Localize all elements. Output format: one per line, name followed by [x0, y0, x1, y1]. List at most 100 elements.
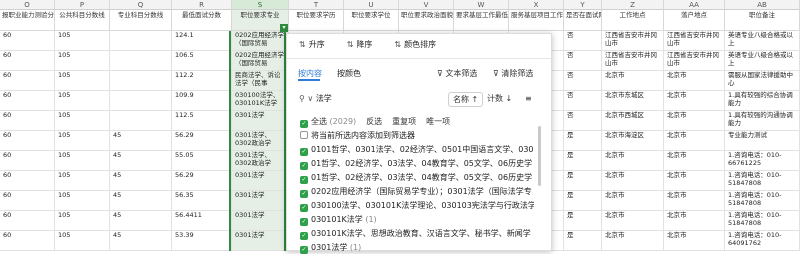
count-sort-button[interactable]: 计数 ↓: [487, 92, 512, 106]
clear-filter-button[interactable]: ⊽ 清除筛选: [493, 68, 533, 79]
header-cell[interactable]: 职位要求学历: [289, 10, 344, 31]
select-all-checkbox[interactable]: ✓ 全选 (2029): [300, 116, 356, 128]
table-cell[interactable]: 否: [564, 31, 602, 51]
header-cell[interactable]: 职位要求政治面貌: [399, 10, 454, 31]
filter-item[interactable]: ✓ 030101K法学 (1): [300, 214, 534, 226]
table-cell[interactable]: 是: [564, 151, 602, 171]
table-cell[interactable]: 56.29: [172, 171, 232, 191]
table-cell[interactable]: 60: [0, 171, 55, 191]
table-cell[interactable]: 105: [55, 31, 110, 51]
table-cell[interactable]: 56.4411: [172, 211, 232, 231]
tab-by-content[interactable]: 按内容: [298, 68, 322, 79]
column-letter[interactable]: AA: [664, 0, 725, 10]
table-cell[interactable]: 1.具有较强的沟通协调能力: [725, 111, 800, 131]
table-cell[interactable]: 0301法学: [232, 171, 289, 191]
filter-item[interactable]: ✓ 0101哲学、0301法学、02经济学、0501中国语言文学、0302: [300, 144, 534, 156]
table-cell[interactable]: 是: [564, 131, 602, 151]
table-cell[interactable]: 0301法学、0302政治学: [232, 131, 289, 151]
table-cell[interactable]: 1.咨询电话：010-66761225: [725, 151, 800, 171]
table-cell[interactable]: 北京市: [664, 151, 725, 171]
table-cell[interactable]: 55.05: [172, 151, 232, 171]
table-cell[interactable]: 60: [0, 71, 55, 91]
table-cell[interactable]: 106.5: [172, 51, 232, 71]
table-cell[interactable]: 45: [110, 131, 172, 151]
table-cell[interactable]: 北京市: [664, 171, 725, 191]
table-cell[interactable]: 北京市: [602, 211, 664, 231]
table-cell[interactable]: 45: [110, 151, 172, 171]
table-cell[interactable]: 112.2: [172, 71, 232, 91]
table-cell[interactable]: 60: [0, 211, 55, 231]
column-letter[interactable]: P: [55, 0, 110, 10]
table-cell[interactable]: 1.咨询电话：010-51847808: [725, 211, 800, 231]
column-letter[interactable]: Y: [564, 0, 602, 10]
table-cell[interactable]: 北京市: [602, 191, 664, 211]
table-cell[interactable]: 江西省吉安市井冈山市: [664, 51, 725, 71]
table-cell[interactable]: 124.1: [172, 31, 232, 51]
header-cell[interactable]: 是否在面试阶段组织专业考试: [564, 10, 602, 31]
table-cell[interactable]: 105: [55, 71, 110, 91]
table-cell[interactable]: 112.5: [172, 111, 232, 131]
table-cell[interactable]: 105: [55, 111, 110, 131]
options-icon[interactable]: ≡: [525, 92, 532, 106]
table-cell[interactable]: 北京市: [664, 211, 725, 231]
filter-item[interactable]: ✓ 01哲学、02经济学、03法学、04教育学、05文学、06历史学: [300, 158, 534, 170]
header-cell[interactable]: 职位要求学位: [344, 10, 399, 31]
table-cell[interactable]: 江西省吉安市井冈山市: [602, 31, 664, 51]
table-cell[interactable]: 北京市: [602, 171, 664, 191]
duplicates-button[interactable]: 重复项: [392, 116, 416, 128]
table-cell[interactable]: 北京市海淀区: [602, 131, 664, 151]
scrollbar[interactable]: [538, 126, 541, 186]
column-letter[interactable]: V: [399, 0, 454, 10]
table-cell[interactable]: 105: [55, 91, 110, 111]
header-cell[interactable]: 服务基层项目工作经历: [509, 10, 564, 31]
invert-button[interactable]: 反选: [366, 116, 382, 128]
table-cell[interactable]: 否: [564, 91, 602, 111]
table-cell[interactable]: 105: [55, 231, 110, 251]
tab-by-color[interactable]: 按颜色: [337, 68, 361, 79]
table-cell[interactable]: 60: [0, 91, 55, 111]
table-cell[interactable]: 0301法学: [232, 211, 289, 231]
table-cell[interactable]: 60: [0, 191, 55, 211]
sort-desc-button[interactable]: ⇅ 降序: [347, 39, 373, 50]
table-cell[interactable]: 否: [564, 51, 602, 71]
filter-dropdown-icon[interactable]: ▾: [280, 24, 288, 32]
table-cell[interactable]: 56.29: [172, 131, 232, 151]
table-cell[interactable]: 60: [0, 111, 55, 131]
table-cell[interactable]: 45: [110, 211, 172, 231]
search-input[interactable]: ⚲ ∨ 法学: [299, 92, 449, 106]
column-letter[interactable]: Z: [602, 0, 664, 10]
table-cell[interactable]: 是: [564, 231, 602, 251]
table-cell[interactable]: 56.35: [172, 191, 232, 211]
table-cell[interactable]: 北京市: [602, 231, 664, 251]
table-cell[interactable]: 是: [564, 211, 602, 231]
column-letter[interactable]: X: [509, 0, 564, 10]
column-letter[interactable]: U: [344, 0, 399, 10]
table-cell[interactable]: 否: [564, 111, 602, 131]
table-cell[interactable]: 需服从国家法律援助中心: [725, 71, 800, 91]
table-cell[interactable]: 109.9: [172, 91, 232, 111]
table-cell[interactable]: 0301法学、0302政治学: [232, 151, 289, 171]
header-cell[interactable]: 专业科目分数线: [110, 10, 172, 31]
table-cell[interactable]: 北京市: [664, 71, 725, 91]
table-cell[interactable]: 105: [55, 131, 110, 151]
table-cell[interactable]: 105: [55, 171, 110, 191]
table-cell[interactable]: 60: [0, 131, 55, 151]
table-cell[interactable]: 0202应用经济学（国际贸易: [232, 31, 289, 51]
header-cell[interactable]: 报职业能力测验分: [0, 10, 55, 31]
table-cell[interactable]: 1.咨询电话：010-64091762: [725, 231, 800, 251]
table-cell[interactable]: 英语专业八级合格或以上: [725, 31, 800, 51]
header-cell[interactable]: 最低面试分数: [172, 10, 232, 31]
table-cell[interactable]: [110, 31, 172, 51]
text-filter-button[interactable]: ⊽ 文本筛选: [437, 68, 477, 79]
column-letter[interactable]: W: [454, 0, 509, 10]
table-cell[interactable]: 105: [55, 151, 110, 171]
name-sort-button[interactable]: 名称 ↑: [448, 92, 484, 107]
filter-item[interactable]: ✓ 030100法学、030101K法学理论、030103宪法学与行政法学、: [300, 200, 534, 212]
table-cell[interactable]: 北京市: [664, 91, 725, 111]
table-cell[interactable]: 是: [564, 191, 602, 211]
table-cell[interactable]: 030100法学、030101K法学: [232, 91, 289, 111]
table-cell[interactable]: 北京市: [664, 111, 725, 131]
table-cell[interactable]: 民商法学、诉讼法学（民事: [232, 71, 289, 91]
table-cell[interactable]: 北京市: [664, 191, 725, 211]
column-letter[interactable]: AB: [725, 0, 800, 10]
